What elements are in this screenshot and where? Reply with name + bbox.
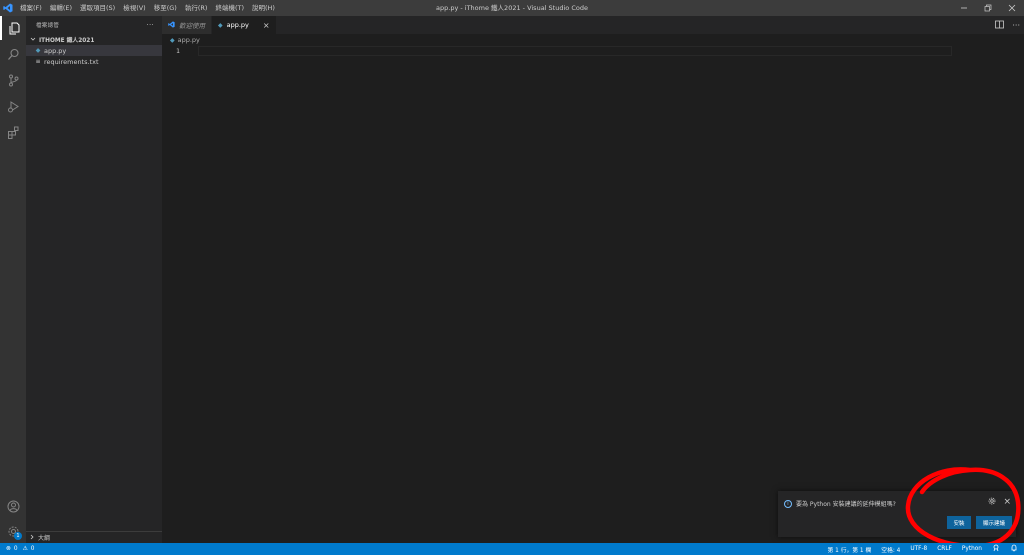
info-icon: i xyxy=(784,499,792,508)
settings-gear-icon[interactable]: 1 xyxy=(0,519,26,543)
feedback-icon[interactable] xyxy=(992,544,1000,554)
explorer-icon[interactable] xyxy=(0,16,26,40)
chevron-right-icon xyxy=(29,534,35,542)
menu-run[interactable]: 執行(R) xyxy=(181,0,212,16)
warning-icon: ⚠ xyxy=(22,546,28,552)
vscode-tab-icon xyxy=(168,20,175,30)
tab-label: app.py xyxy=(226,21,249,29)
error-icon: ⊗ xyxy=(6,546,11,552)
menu-file[interactable]: 檔案(F) xyxy=(16,0,46,16)
notification-toast: i 要為 Python 安裝建議的延伸模組嗎? × 安裝 顯示建議 xyxy=(778,491,1016,537)
menu-view[interactable]: 檢視(V) xyxy=(119,0,150,16)
close-window-button[interactable] xyxy=(1000,0,1024,16)
notification-settings-icon[interactable] xyxy=(988,497,996,507)
code-editor[interactable]: 1 xyxy=(162,46,1024,543)
file-item-requirements[interactable]: ≡ requirements.txt xyxy=(26,56,162,67)
outline-section[interactable]: 大綱 xyxy=(26,531,162,543)
notifications-bell-icon[interactable] xyxy=(1010,544,1018,554)
menu-edit[interactable]: 編輯(E) xyxy=(46,0,76,16)
run-debug-icon[interactable] xyxy=(0,94,26,118)
explorer-header: 檔案總管 xyxy=(36,23,60,29)
editor-tabs: 歡迎使用 ◆ app.py × ··· xyxy=(162,16,1024,34)
warning-count: 0 xyxy=(30,546,35,552)
encoding[interactable]: UTF-8 xyxy=(910,546,927,552)
tab-close-icon[interactable]: × xyxy=(263,21,270,30)
tab-label: 歡迎使用 xyxy=(179,22,205,30)
minimize-button[interactable] xyxy=(952,0,976,16)
vscode-logo-icon xyxy=(0,0,16,16)
end-of-line[interactable]: CRLF xyxy=(937,546,952,552)
folder-name: ITHOME 鐵人2021 xyxy=(39,38,95,44)
more-actions-icon[interactable]: ··· xyxy=(1012,21,1020,30)
settings-badge: 1 xyxy=(14,532,22,540)
restore-button[interactable] xyxy=(976,0,1000,16)
menu-terminal[interactable]: 終端機(T) xyxy=(211,0,248,16)
error-count: 0 xyxy=(13,546,18,552)
text-file-icon: ≡ xyxy=(35,58,41,65)
breadcrumb-file: app.py xyxy=(177,36,200,44)
source-control-icon[interactable] xyxy=(0,68,26,92)
close-icon xyxy=(1008,4,1016,12)
indentation[interactable]: 空格: 4 xyxy=(881,545,900,554)
chevron-down-icon xyxy=(30,36,36,44)
install-button[interactable]: 安裝 xyxy=(947,516,971,529)
search-icon[interactable] xyxy=(0,42,26,66)
python-file-icon: ◆ xyxy=(170,36,175,44)
title-bar: 檔案(F) 編輯(E) 選取項目(S) 檢視(V) 移至(G) 執行(R) 終端… xyxy=(0,0,1024,16)
status-bar: ⊗ 0 ⚠ 0 第 1 行，第 1 欄 空格: 4 UTF-8 CRLF Pyt… xyxy=(0,543,1024,555)
menu-help[interactable]: 說明(H) xyxy=(248,0,279,16)
python-file-icon: ◆ xyxy=(35,47,41,54)
more-actions-icon[interactable]: ··· xyxy=(146,21,154,29)
restore-icon xyxy=(984,4,992,12)
menu-go[interactable]: 移至(G) xyxy=(150,0,181,16)
problems-indicator[interactable]: ⊗ 0 ⚠ 0 xyxy=(0,546,34,552)
folder-row[interactable]: ITHOME 鐵人2021 xyxy=(26,34,162,45)
current-line-highlight xyxy=(198,46,952,56)
explorer-sidebar: 檔案總管 ··· ITHOME 鐵人2021 ◆ app.py ≡ requir… xyxy=(26,16,162,543)
language-mode[interactable]: Python xyxy=(962,546,982,552)
notification-close-icon[interactable]: × xyxy=(1003,497,1011,507)
notification-message: 要為 Python 安裝建議的延伸模組嗎? xyxy=(796,501,896,508)
menu-selection[interactable]: 選取項目(S) xyxy=(76,0,119,16)
file-name: requirements.txt xyxy=(44,57,99,66)
activity-bar: 1 xyxy=(0,16,26,543)
cursor-position[interactable]: 第 1 行，第 1 欄 xyxy=(828,545,872,554)
minimize-icon xyxy=(961,7,967,9)
python-file-icon: ◆ xyxy=(218,21,223,29)
account-icon[interactable] xyxy=(0,494,26,518)
split-editor-icon[interactable] xyxy=(995,20,1005,31)
tab-app-py[interactable]: ◆ app.py × xyxy=(212,16,277,34)
tab-welcome[interactable]: 歡迎使用 xyxy=(162,16,212,34)
file-item-app-py[interactable]: ◆ app.py xyxy=(26,45,162,56)
extensions-icon[interactable] xyxy=(0,120,26,144)
line-number: 1 xyxy=(176,47,180,55)
file-name: app.py xyxy=(44,46,67,55)
outline-label: 大綱 xyxy=(38,535,51,542)
breadcrumb[interactable]: ◆ app.py xyxy=(162,34,1024,46)
show-recommendations-button[interactable]: 顯示建議 xyxy=(976,516,1012,529)
